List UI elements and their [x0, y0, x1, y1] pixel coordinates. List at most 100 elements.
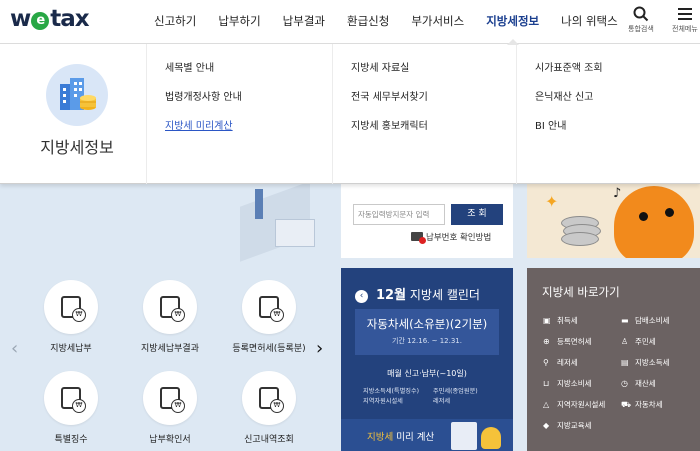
shortcut-label: 지방소득세 — [635, 358, 670, 367]
quick-local-tax-payment[interactable]: 지방세납부 — [28, 280, 114, 354]
unified-search-button[interactable]: 통합검색 — [628, 6, 654, 34]
mascot-character — [614, 186, 694, 258]
building-glyph — [259, 296, 284, 322]
menu-link-local-tax-library[interactable]: 지방세 자료실 — [351, 59, 409, 74]
quick-label: 등록면허세(등록분) — [232, 344, 306, 354]
nav-item-extra-services[interactable]: 부가서비스 — [400, 0, 475, 44]
graduation-cap-icon: ◆ — [543, 421, 550, 430]
music-note-icon: ♪ — [613, 186, 622, 201]
megamenu-column-3: 시가표준액 조회 은닉재산 신고 BI 안내 — [516, 44, 700, 184]
payment-number-help-link[interactable]: 납부번호 확인방법 — [411, 231, 492, 244]
logo-text-tax: tax — [50, 6, 89, 32]
quick-label: 납부확인서 — [149, 435, 191, 445]
local-tax-info-megamenu: 지방세정보 세목별 안내 법령개정사항 안내 지방세 미리계산 지방세 자료실 … — [0, 44, 700, 184]
quick-special-withholding[interactable]: 특별징수 — [28, 371, 114, 445]
receipt-icon — [143, 280, 197, 334]
nav-item-local-tax-info[interactable]: 지방세정보 — [475, 0, 550, 45]
city-coins-icon — [46, 64, 108, 126]
menu-link-hidden-asset-report[interactable]: 은닉재산 신고 — [535, 88, 593, 103]
building-icon — [242, 280, 296, 334]
shortcut-label: 재산세 — [635, 379, 656, 388]
shortcut-label: 지역자원시설세 — [557, 400, 606, 409]
payment-number-help-label: 납부번호 확인방법 — [426, 233, 492, 243]
tax-precalc-banner[interactable]: 지방세 미리 계산 — [341, 419, 513, 451]
shortcut-label: 지방교육세 — [557, 421, 592, 430]
search-label: 통합검색 — [628, 25, 654, 33]
local-tax-shortcuts-panel: 지방세 바로가기 ▣ 취득세 ▬ 담배소비세 ⊕ 등록면허세 ♙ 주민세 ⚲ 레저세 ▤ 지… — [527, 268, 700, 451]
shortcut-label: 레저세 — [557, 358, 578, 367]
quick-menu-next-icon[interactable]: › — [316, 338, 323, 359]
shortcut-vehicle-tax[interactable]: ⛟ 자동차세 — [621, 399, 663, 410]
calendar-item: 지역자원시설세 — [363, 398, 403, 405]
lookup-button[interactable]: 조 회 — [451, 204, 503, 225]
calendar-header: ‹ 12월 지방세 캘린더 — [355, 284, 480, 303]
menu-link-tax-precalc[interactable]: 지방세 미리계산 — [165, 117, 233, 132]
mascot-eye — [639, 212, 648, 221]
calendar-item: 지방소득세(특별징수) — [363, 388, 420, 395]
shortcut-local-income-tax[interactable]: ▤ 지방소득세 — [621, 357, 670, 368]
all-menu-button[interactable]: 전체메뉴 — [672, 6, 698, 34]
shortcut-resident-tax[interactable]: ♙ 주민세 — [621, 336, 656, 347]
menu-link-tax-by-item[interactable]: 세목별 안내 — [165, 59, 214, 74]
shortcut-leisure-tax[interactable]: ⚲ 레저세 — [543, 357, 578, 368]
nav-item-file-return[interactable]: 신고하기 — [143, 0, 207, 44]
nav-item-pay[interactable]: 납부하기 — [207, 0, 271, 44]
shortcut-local-consumption-tax[interactable]: ⊔ 지방소비세 — [543, 378, 592, 389]
payment-glyph — [61, 296, 86, 322]
person-figure-illustration — [255, 189, 263, 219]
shortcut-property-tax[interactable]: ◷ 재산세 — [621, 378, 656, 389]
top-header: w e tax 신고하기 납부하기 납부결과 환급신청 부가서비스 지방세정보 나의… — [0, 0, 700, 45]
calendar-item: 레저세 — [433, 398, 451, 405]
magnifier-glyph — [259, 387, 284, 413]
receipt-glyph — [160, 296, 185, 322]
nav-item-pay-result[interactable]: 납부결과 — [272, 0, 336, 44]
person-icon: ♙ — [621, 337, 629, 346]
calendar-featured-tax[interactable]: 자동차세(소유분)(2기분) 기간 12.16. ~ 12.31. — [355, 309, 499, 355]
shortcut-acquisition-tax[interactable]: ▣ 취득세 — [543, 315, 578, 326]
wallet-icon: ▤ — [621, 358, 629, 367]
shortcut-regional-resource-tax[interactable]: △ 지역자원시설세 — [543, 399, 605, 410]
shortcut-education-tax[interactable]: ◆ 지방교육세 — [543, 420, 592, 431]
shortcut-label: 자동차세 — [635, 400, 663, 409]
menu-link-mascot[interactable]: 지방세 홍보캐릭터 — [351, 117, 428, 132]
nav-item-refund[interactable]: 환급신청 — [336, 0, 400, 44]
recycle-icon: △ — [543, 400, 550, 409]
quick-local-tax-payment-result[interactable]: 지방세납부결과 — [127, 280, 213, 354]
shortcut-registration-tax[interactable]: ⊕ 등록면허세 — [543, 336, 592, 347]
search-icon — [628, 6, 654, 24]
quick-registration-license-tax[interactable]: 등록면허세(등록분) — [226, 280, 312, 354]
menu-link-standard-price-lookup[interactable]: 시가표준액 조회 — [535, 59, 603, 74]
monthly-due-text: 매월 신고·납부(~10일) — [387, 369, 467, 378]
nav-item-my-wetax[interactable]: 나의 위택스 — [550, 0, 629, 44]
shortcuts-title: 지방세 바로가기 — [542, 285, 620, 299]
megamenu-title: 지방세정보 — [40, 138, 114, 157]
shortcut-label: 취득세 — [557, 316, 578, 325]
calendar-prev-icon[interactable]: ‹ — [355, 290, 368, 303]
monitor-illustration — [275, 219, 315, 247]
sparkle-icon: ✦ — [545, 192, 559, 211]
logo-e-badge: e — [31, 12, 50, 30]
captcha-input[interactable]: 자동입력방지문자 입력 — [353, 204, 445, 225]
precalc-rest: 미리 계산 — [393, 432, 435, 443]
megamenu-column-1: 세목별 안내 법령개정사항 안내 지방세 미리계산 — [146, 44, 332, 184]
shortcut-tobacco-tax[interactable]: ▬ 담배소비세 — [621, 315, 670, 326]
quick-filing-history[interactable]: 신고내역조회 — [226, 371, 312, 445]
menu-link-find-tax-office[interactable]: 전국 세무부서찾기 — [351, 88, 428, 103]
mascot-promo-banner[interactable]: ✦ ♪ — [527, 184, 700, 258]
menu-link-law-amendments[interactable]: 법령개정사항 안내 — [165, 88, 242, 103]
wetax-logo[interactable]: w e tax — [10, 6, 90, 32]
menu-icon — [672, 6, 698, 24]
payment-search-panel: 자동입력방지문자 입력 조 회 납부번호 확인방법 — [341, 184, 513, 258]
quick-menu-prev-icon[interactable]: ‹ — [11, 338, 18, 359]
calendar-title: 지방세 캘린더 — [409, 288, 480, 302]
calendar-month: 12월 — [376, 288, 407, 303]
payment-card-icon — [44, 280, 98, 334]
cigarette-icon: ▬ — [621, 316, 629, 325]
megamenu-column-2: 지방세 자료실 전국 세무부서찾기 지방세 홍보캐릭터 — [332, 44, 516, 184]
shortcut-label: 담배소비세 — [635, 316, 670, 325]
menu-link-bi-guide[interactable]: BI 안내 — [535, 117, 566, 132]
mascot-eye — [665, 208, 674, 217]
cart-icon: ⊔ — [543, 379, 550, 388]
quick-label: 지방세납부 — [50, 344, 92, 354]
quick-payment-certificate[interactable]: 납부확인서 — [127, 371, 213, 445]
